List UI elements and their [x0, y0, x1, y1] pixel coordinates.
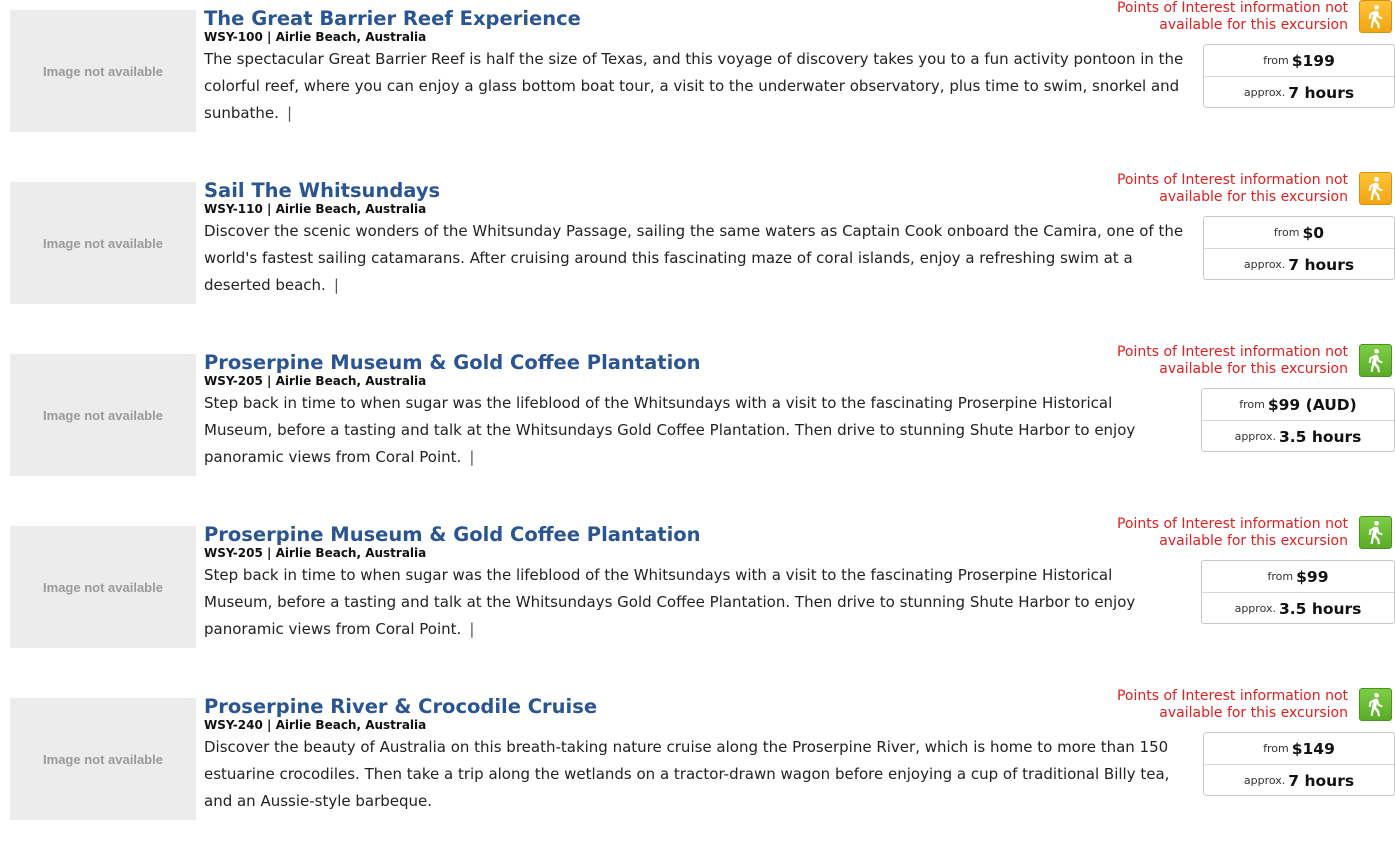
- excursion-description: Discover the scenic wonders of the Whits…: [204, 218, 1184, 299]
- walking-icon: [1359, 516, 1392, 549]
- poi-unavailable-notice: Points of Interest information not availa…: [1117, 688, 1348, 722]
- price-prefix: from: [1263, 742, 1289, 755]
- price-duration-box: from $0 approx. 7 hours: [1203, 216, 1395, 280]
- duration-row: approx. 7 hours: [1204, 765, 1394, 796]
- duration-value: 7 hours: [1288, 255, 1355, 274]
- poi-notice-line1: Points of Interest information not: [1116, 172, 1348, 188]
- duration-value: 7 hours: [1288, 83, 1355, 102]
- duration-value: 7 hours: [1288, 771, 1355, 790]
- description-text: Discover the beauty of Australia on this…: [204, 738, 1170, 810]
- excursion-description: The spectacular Great Barrier Reef is ha…: [204, 46, 1184, 127]
- image-placeholder-text: Image not available: [43, 235, 163, 251]
- excursion-item: Image not available Proserpine Museum & …: [0, 516, 1395, 688]
- excursion-item: Image not available Proserpine River & C…: [0, 688, 1395, 860]
- poi-notice-line1: Points of Interest information not: [1116, 0, 1348, 16]
- poi-notice-line2: available for this excursion: [1159, 17, 1348, 33]
- excursion-description: Discover the beauty of Australia on this…: [204, 734, 1184, 815]
- poi-notice-line2: available for this excursion: [1159, 705, 1348, 721]
- poi-unavailable-notice: Points of Interest information not availa…: [1117, 0, 1348, 34]
- price-row: from $199: [1204, 45, 1394, 77]
- price-row: from $99 (AUD): [1202, 389, 1394, 421]
- excursion-item: Image not available The Great Barrier Re…: [0, 0, 1395, 172]
- walking-icon: [1359, 172, 1392, 205]
- excursion-title-link[interactable]: Proserpine River & Crocodile Cruise: [204, 695, 597, 719]
- price-duration-box: from $99 approx. 3.5 hours: [1201, 560, 1395, 624]
- poi-notice-line1: Points of Interest information not: [1116, 516, 1348, 532]
- description-separator: |: [469, 448, 475, 466]
- poi-notice-line2: available for this excursion: [1159, 361, 1348, 377]
- excursion-item: Image not available Sail The Whitsundays…: [0, 172, 1395, 344]
- excursion-title-link[interactable]: The Great Barrier Reef Experience: [204, 7, 581, 31]
- poi-notice-line2: available for this excursion: [1159, 533, 1348, 549]
- price-prefix: from: [1273, 226, 1300, 239]
- image-placeholder-text: Image not available: [43, 579, 163, 595]
- duration-prefix: approx.: [1243, 258, 1286, 271]
- duration-row: approx. 3.5 hours: [1202, 421, 1394, 452]
- price-prefix: from: [1239, 398, 1265, 411]
- excursion-code-location: WSY-205 | Airlie Beach, Australia: [204, 546, 427, 560]
- duration-value: 3.5 hours: [1278, 427, 1362, 446]
- price-value: $199: [1291, 51, 1335, 70]
- description-text: Step back in time to when sugar was the …: [204, 394, 1136, 466]
- description-text: Discover the scenic wonders of the Whits…: [204, 222, 1184, 294]
- excursion-title-link[interactable]: Sail The Whitsundays: [204, 179, 440, 203]
- walking-icon: [1359, 688, 1392, 721]
- image-placeholder-text: Image not available: [43, 407, 163, 423]
- poi-unavailable-notice: Points of Interest information not availa…: [1117, 344, 1348, 378]
- price-value: $0: [1302, 223, 1325, 242]
- excursion-code-location: WSY-205 | Airlie Beach, Australia: [204, 374, 427, 388]
- excursion-description: Step back in time to when sugar was the …: [204, 390, 1184, 471]
- price-prefix: from: [1267, 570, 1294, 583]
- duration-row: approx. 7 hours: [1204, 249, 1394, 280]
- excursion-code-location: WSY-240 | Airlie Beach, Australia: [204, 718, 427, 732]
- duration-row: approx. 3.5 hours: [1202, 593, 1394, 624]
- excursion-title-link[interactable]: Proserpine Museum & Gold Coffee Plantati…: [204, 351, 701, 375]
- price-value: $149: [1291, 739, 1335, 758]
- description-text: The spectacular Great Barrier Reef is ha…: [204, 50, 1184, 122]
- excursion-title-link[interactable]: Proserpine Museum & Gold Coffee Plantati…: [204, 523, 701, 547]
- duration-prefix: approx.: [1243, 774, 1286, 787]
- walking-icon: [1359, 344, 1392, 377]
- duration-prefix: approx.: [1234, 602, 1276, 615]
- excursion-image[interactable]: Image not available: [10, 698, 196, 820]
- poi-notice-line1: Points of Interest information not: [1116, 344, 1348, 360]
- poi-notice-line1: Points of Interest information not: [1116, 688, 1348, 704]
- image-placeholder-text: Image not available: [43, 63, 163, 79]
- description-separator: |: [333, 276, 339, 294]
- excursion-item: Image not available Proserpine Museum & …: [0, 344, 1395, 516]
- poi-unavailable-notice: Points of Interest information not availa…: [1117, 516, 1348, 550]
- price-duration-box: from $199 approx. 7 hours: [1203, 44, 1395, 108]
- price-row: from $0: [1204, 217, 1394, 249]
- price-value: $99 (AUD): [1267, 395, 1357, 414]
- duration-prefix: approx.: [1234, 430, 1276, 443]
- excursion-description: Step back in time to when sugar was the …: [204, 562, 1184, 643]
- excursion-code-location: WSY-110 | Airlie Beach, Australia: [204, 202, 427, 216]
- price-row: from $149: [1204, 733, 1394, 765]
- price-row: from $99: [1202, 561, 1394, 593]
- price-duration-box: from $99 (AUD) approx. 3.5 hours: [1201, 388, 1395, 452]
- poi-unavailable-notice: Points of Interest information not availa…: [1117, 172, 1348, 206]
- description-separator: |: [469, 620, 475, 638]
- excursion-image[interactable]: Image not available: [10, 354, 196, 476]
- price-prefix: from: [1263, 54, 1289, 67]
- poi-notice-line2: available for this excursion: [1159, 189, 1348, 205]
- duration-value: 3.5 hours: [1278, 599, 1362, 618]
- image-placeholder-text: Image not available: [43, 751, 163, 767]
- excursion-image[interactable]: Image not available: [10, 526, 196, 648]
- description-separator: |: [286, 104, 292, 122]
- excursion-image[interactable]: Image not available: [10, 182, 196, 304]
- description-text: Step back in time to when sugar was the …: [204, 566, 1136, 638]
- excursion-image[interactable]: Image not available: [10, 10, 196, 132]
- price-duration-box: from $149 approx. 7 hours: [1203, 732, 1395, 796]
- walking-icon: [1359, 0, 1392, 33]
- duration-prefix: approx.: [1243, 86, 1286, 99]
- duration-row: approx. 7 hours: [1204, 77, 1394, 108]
- excursion-code-location: WSY-100 | Airlie Beach, Australia: [204, 30, 427, 44]
- price-value: $99: [1296, 567, 1329, 586]
